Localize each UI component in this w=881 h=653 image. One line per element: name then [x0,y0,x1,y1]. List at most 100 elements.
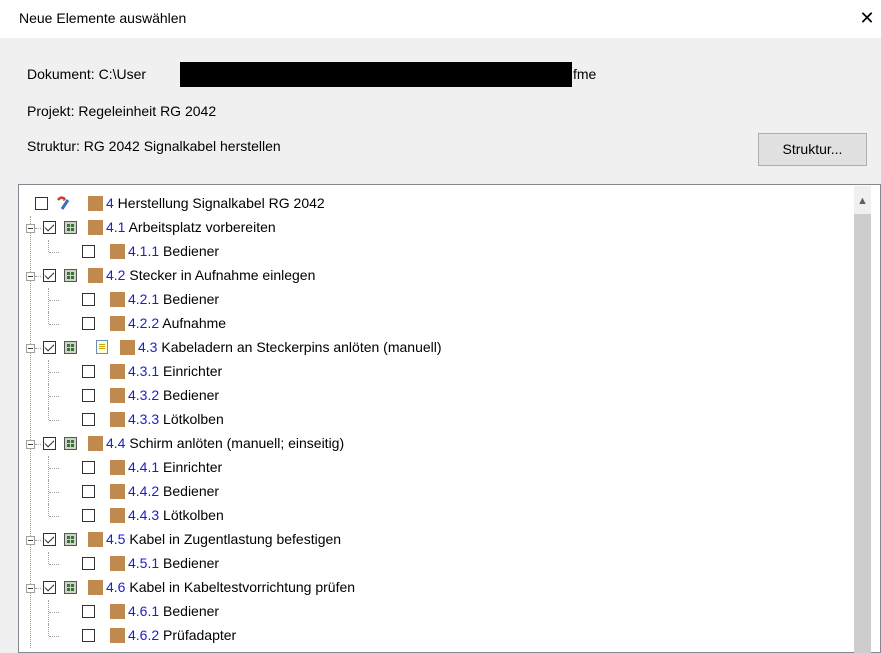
collapse-icon[interactable] [26,272,35,281]
tree-item-checkbox[interactable] [82,605,95,618]
tree-connector [49,396,59,397]
tree-connector [49,636,59,637]
tree-item-label: Aufnahme [159,315,227,331]
document-icon [96,340,108,354]
tree-item-text: 4.4.2 Bediener [128,483,219,499]
tree-item-number: 4.1.1 [128,243,160,259]
tree-item-label: Schirm anlöten (manuell; einseitig) [125,435,345,451]
tree-item-checkbox[interactable] [43,341,56,354]
tree-connector [49,612,59,613]
tree-connector [49,324,59,325]
tree-item-checkbox[interactable] [43,221,56,234]
tree-item-checkbox[interactable] [82,389,95,402]
tree-item-number: 4 [106,195,114,211]
collapse-icon[interactable] [26,440,35,449]
folder-icon [88,268,103,283]
dokument-line: Dokument: C:\User [27,66,146,82]
tree-item-number: 4.4.3 [128,507,160,523]
tree-branch-line [48,240,49,252]
tree-item-checkbox[interactable] [82,365,95,378]
tree-item-checkbox[interactable] [43,581,56,594]
collapse-icon[interactable] [26,584,35,593]
vertical-scrollbar[interactable]: ▲ [854,186,871,653]
element-tree: 4 Herstellung Signalkabel RG 2042 4.1 Arb… [18,184,881,653]
tree-item-number: 4.4 [106,435,126,451]
tree-connector [49,420,59,421]
tree-item-text: 4.4.3 Lötkolben [128,507,224,523]
tree-connector [35,348,41,349]
tree-item-label: Herstellung Signalkabel RG 2042 [113,195,325,211]
tree-item-label: Kabeladern an Steckerpins anlöten (manue… [157,339,442,355]
tree-connector [35,276,41,277]
folder-icon [110,484,125,499]
tree-item-number: 4.3.1 [128,363,160,379]
folder-icon [88,436,103,451]
folder-icon [110,244,125,259]
scroll-thumb[interactable] [854,214,871,653]
tree-connector [35,228,41,229]
folder-icon [110,604,125,619]
tree-item-text: 4.6 Kabel in Kabeltestvorrichtung prüfen [106,579,355,595]
tree-item-label: Bediener [159,603,220,619]
tree-item-label: Bediener [159,387,220,403]
close-icon[interactable]: ✕ [853,4,881,32]
tree-connector [49,564,59,565]
tree-item-checkbox[interactable] [82,413,95,426]
tree-item-label: Lötkolben [159,507,224,523]
tree-item-number: 4.3.2 [128,387,160,403]
tree-item-checkbox[interactable] [82,509,95,522]
tree-item-number: 4.3.3 [128,411,160,427]
dokument-suffix: fme [573,66,597,82]
collapse-icon[interactable] [26,536,35,545]
tree-item-number: 4.2 [106,267,126,283]
collapse-icon[interactable] [26,224,35,233]
tree-item-checkbox[interactable] [43,269,56,282]
tree-root-checkbox[interactable] [35,197,48,210]
tree-connector [49,516,59,517]
tree-item-label: Arbeitsplatz vorbereiten [125,219,276,235]
tree-item-number: 4.4.2 [128,483,160,499]
tree-item-checkbox[interactable] [82,293,95,306]
redaction-bar [180,62,572,87]
tree-item-number: 4.3 [138,339,158,355]
tree-item-label: Bediener [159,243,220,259]
folder-icon [88,532,103,547]
tree-item-number: 4.6.2 [128,627,160,643]
struktur-button[interactable]: Struktur... [758,133,867,166]
tree-item-text: 4.1.1 Bediener [128,243,219,259]
folder-icon [110,460,125,475]
tree-item-text: 4.3.3 Lötkolben [128,411,224,427]
tree-branch-line [48,624,49,636]
tree-item-checkbox[interactable] [82,245,95,258]
folder-icon [110,364,125,379]
tree-item-text: 4.4.1 Einrichter [128,459,222,475]
tree-item-checkbox[interactable] [82,629,95,642]
collapse-icon[interactable] [26,344,35,353]
tree-item-text: 4.2.1 Bediener [128,291,219,307]
tree-item-checkbox[interactable] [43,437,56,450]
tree-item-checkbox[interactable] [82,317,95,330]
tree-connector [35,588,41,589]
tree-item-text: 4.5.1 Bediener [128,555,219,571]
tree-item-checkbox[interactable] [82,461,95,474]
tree-item-checkbox[interactable] [82,557,95,570]
folder-icon [88,220,103,235]
tree-item-number: 4.6.1 [128,603,160,619]
tree-item-number: 4.5 [106,531,126,547]
tree-branch-line [48,504,49,516]
tree-branch-line [48,552,49,564]
tree-item-text: 4.3.2 Bediener [128,387,219,403]
projekt-line: Projekt: Regeleinheit RG 2042 [27,103,217,119]
grid-icon [64,437,77,450]
folder-icon [110,316,125,331]
tree-item-number: 4.4.1 [128,459,160,475]
tree-item-text: 4.1 Arbeitsplatz vorbereiten [106,219,276,235]
tree-item-checkbox[interactable] [43,533,56,546]
grid-icon [64,341,77,354]
scroll-up-icon[interactable]: ▲ [854,194,871,208]
tree-item-text: 4.4 Schirm anlöten (manuell; einseitig) [106,435,344,451]
struktur-line: Struktur: RG 2042 Signalkabel herstellen [27,138,281,154]
tree-item-text: 4.3 Kabeladern an Steckerpins anlöten (m… [138,339,442,355]
tree-item-checkbox[interactable] [82,485,95,498]
tree-item-text: 4.6.1 Bediener [128,603,219,619]
